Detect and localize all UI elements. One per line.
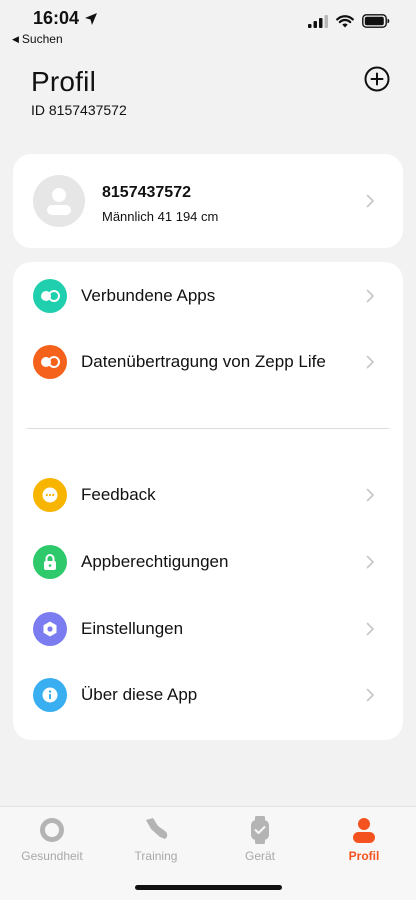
menu-item-label: Appberechtigungen xyxy=(81,552,229,571)
watch-icon xyxy=(251,816,269,844)
menu-item-label: Verbundene Apps xyxy=(81,286,216,305)
menu-item-app-permissions[interactable]: Appberechtigungen xyxy=(13,537,403,587)
cellular-signal-icon xyxy=(308,14,328,28)
data-transfer-icon xyxy=(33,345,67,379)
menu-item-connected-apps[interactable]: Verbundene Apps xyxy=(13,271,403,321)
health-icon xyxy=(40,818,64,842)
chevron-right-icon xyxy=(366,555,374,569)
profile-details: Männlich 41 194 cm xyxy=(102,209,219,224)
home-indicator[interactable] xyxy=(135,885,282,890)
tab-profile[interactable]: Profil xyxy=(312,815,416,871)
tab-label: Gerät xyxy=(244,849,275,863)
chevron-right-icon xyxy=(366,355,374,369)
page-title: Profil xyxy=(31,66,96,97)
status-time-group: 16:04 xyxy=(33,8,98,29)
menu-item-label: Datenübertragung von Zepp Life xyxy=(81,352,326,371)
tab-label: Profil xyxy=(348,849,380,863)
info-icon xyxy=(33,678,67,712)
battery-icon xyxy=(362,14,390,28)
divider xyxy=(27,428,389,429)
user-id: ID 8157437572 xyxy=(31,102,127,118)
back-to-app-link[interactable]: ◀ Suchen xyxy=(12,32,63,46)
lock-icon xyxy=(33,545,67,579)
settings-icon xyxy=(33,612,67,646)
chevron-right-icon xyxy=(366,194,374,208)
menu-item-label: Feedback xyxy=(81,485,156,504)
profile-name: 8157437572 xyxy=(102,184,191,201)
menu-item-about-app[interactable]: Über diese App xyxy=(13,670,403,720)
avatar xyxy=(33,175,85,227)
feedback-icon xyxy=(33,478,67,512)
status-bar: 16:04 ◀ Suchen xyxy=(0,0,416,50)
menu-item-feedback[interactable]: Feedback xyxy=(13,470,403,520)
wifi-icon xyxy=(336,14,354,27)
chevron-right-icon xyxy=(366,688,374,702)
status-indicators xyxy=(308,14,390,28)
connected-apps-icon xyxy=(33,279,67,313)
profile-card[interactable]: 8157437572 Männlich 41 194 cm xyxy=(13,154,403,248)
person-icon xyxy=(353,818,375,843)
menu-item-data-transfer[interactable]: Datenübertragung von Zepp Life xyxy=(13,337,403,387)
menu-item-settings[interactable]: Einstellungen xyxy=(13,604,403,654)
tab-training[interactable]: Training xyxy=(104,815,208,871)
location-arrow-icon xyxy=(85,12,98,25)
tab-label: Gesundheit xyxy=(21,849,83,863)
back-triangle-icon: ◀ xyxy=(12,33,19,44)
tab-health[interactable]: Gesundheit xyxy=(0,815,104,871)
menu-item-label: Über diese App xyxy=(81,685,198,704)
add-button[interactable] xyxy=(364,66,390,92)
chevron-right-icon xyxy=(366,488,374,502)
tab-device[interactable]: Gerät xyxy=(208,815,312,871)
tab-label: Training xyxy=(134,849,178,863)
back-app-label: Suchen xyxy=(21,32,63,46)
menu-card: Verbundene Apps Datenübertragung von Zep… xyxy=(13,262,403,740)
menu-item-label: Einstellungen xyxy=(81,619,184,638)
chevron-right-icon xyxy=(366,289,374,303)
avatar-person-icon xyxy=(47,188,71,215)
chevron-right-icon xyxy=(366,622,374,636)
status-time: 16:04 xyxy=(33,8,80,28)
shoe-icon xyxy=(146,818,168,839)
